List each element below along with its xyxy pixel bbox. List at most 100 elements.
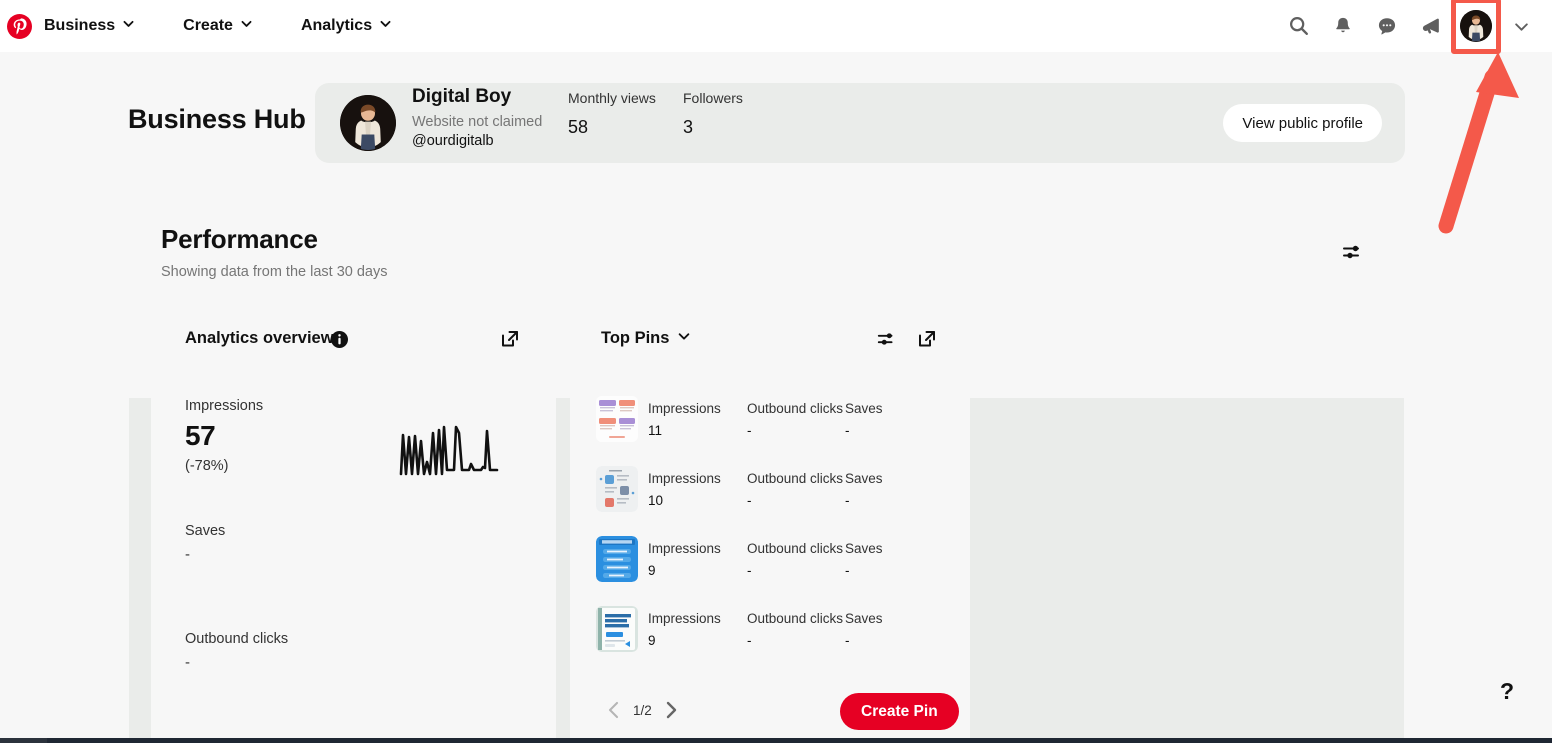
pin-saves-cell: Saves - (845, 471, 883, 508)
profile-website-status: Website not claimed (412, 114, 543, 130)
column-header-saves: Saves (845, 541, 883, 556)
column-header-saves: Saves (845, 401, 883, 416)
profile-handle: @ourdigitalb (412, 133, 494, 149)
pin-thumbnail-quadrant-infographic (596, 396, 638, 442)
nav-item-create[interactable]: Create (171, 6, 265, 46)
external-link-icon[interactable] (916, 328, 938, 350)
messages-icon[interactable] (1372, 11, 1402, 41)
stat-monthly-views: Monthly views 58 (568, 90, 656, 138)
chevron-left-icon[interactable] (604, 697, 624, 723)
stat-followers-value: 3 (683, 117, 694, 137)
chevron-down-icon (379, 17, 392, 35)
bell-icon[interactable] (1328, 11, 1358, 41)
profile-avatar[interactable] (340, 95, 396, 151)
pin-saves-value: - (845, 633, 850, 648)
megaphone-icon[interactable] (1416, 11, 1446, 41)
pin-thumbnail-diagram (596, 466, 638, 512)
column-header-outbound-clicks: Outbound clicks (747, 471, 844, 486)
avatar[interactable] (1451, 0, 1501, 54)
table-row[interactable]: Impressions 9 Outbound clicks - Saves - (596, 536, 956, 584)
column-header-impressions: Impressions (648, 401, 721, 416)
pin-outbound-clicks-cell: Outbound clicks - (747, 471, 843, 508)
nav-item-create-label: Create (183, 17, 233, 34)
metric-impressions-delta: (-78%) (185, 458, 229, 474)
create-pin-button[interactable]: Create Pin (840, 693, 959, 730)
metric-saves-value: - (185, 546, 190, 563)
nav-item-analytics-label: Analytics (300, 17, 373, 34)
metric-saves: Saves - (185, 523, 225, 563)
pin-saves-value: - (845, 563, 850, 578)
column-header-saves: Saves (845, 611, 883, 626)
table-row[interactable]: Impressions 10 Outbound clicks - Saves - (596, 466, 956, 514)
user-avatar-image (1460, 10, 1492, 42)
chevron-down-icon (122, 17, 135, 35)
pin-outbound-clicks-cell: Outbound clicks - (747, 541, 843, 578)
metric-impressions: Impressions 57 (-78%) (185, 398, 263, 474)
pin-outbound-clicks-value: - (747, 563, 752, 578)
stat-monthly-views-label: Monthly views (568, 90, 656, 106)
search-icon[interactable] (1284, 11, 1314, 41)
metric-outbound-clicks-value: - (185, 654, 190, 671)
metric-saves-label: Saves (185, 523, 226, 539)
sliders-icon[interactable] (1338, 237, 1368, 267)
pin-impressions-cell: Impressions 11 (648, 401, 721, 438)
panel-seam (129, 398, 151, 743)
chevron-down-icon[interactable] (1506, 11, 1536, 41)
top-pins-title[interactable]: Top Pins (601, 329, 691, 348)
pinterest-business-hub-page: Business Create Analytics Business Hub D… (0, 0, 1552, 743)
pin-impressions-cell: Impressions 10 (648, 471, 721, 508)
pin-impressions-cell: Impressions 9 (648, 541, 721, 578)
pin-outbound-clicks-cell: Outbound clicks - (747, 401, 843, 438)
top-pins-pagination: 1/2 (604, 697, 681, 723)
bottom-scrollbar-thumb[interactable] (0, 738, 47, 743)
stat-followers: Followers 3 (683, 90, 743, 138)
help-button[interactable]: ? (1492, 676, 1522, 706)
red-arrow-annotation (1438, 52, 1519, 234)
metric-outbound-clicks: Outbound clicks - (185, 631, 288, 671)
metric-impressions-label: Impressions (185, 398, 264, 414)
analytics-overview-title: Analytics overview (185, 329, 334, 347)
column-header-outbound-clicks: Outbound clicks (747, 611, 844, 626)
chevron-down-icon (677, 329, 691, 348)
nav-item-business[interactable]: Business (32, 6, 147, 46)
pin-impressions-value: 9 (648, 563, 656, 578)
profile-name: Digital Boy (412, 86, 512, 107)
stat-followers-label: Followers (683, 90, 743, 106)
performance-subtitle: Showing data from the last 30 days (161, 264, 388, 280)
sliders-icon[interactable] (876, 328, 898, 350)
table-row[interactable]: Impressions 9 Outbound clicks - Saves - (596, 606, 956, 654)
nav-item-business-label: Business (44, 17, 116, 34)
view-public-profile-button[interactable]: View public profile (1223, 104, 1382, 142)
table-row[interactable]: Impressions 11 Outbound clicks - Saves - (596, 396, 956, 444)
pin-impressions-value: 10 (648, 493, 664, 508)
pin-saves-cell: Saves - (845, 541, 883, 578)
column-header-impressions: Impressions (648, 471, 721, 486)
column-header-saves: Saves (845, 471, 883, 486)
pin-outbound-clicks-value: - (747, 493, 752, 508)
bottom-scrollbar[interactable] (0, 738, 1552, 743)
column-header-outbound-clicks: Outbound clicks (747, 401, 844, 416)
metric-outbound-clicks-label: Outbound clicks (185, 631, 289, 647)
pin-impressions-cell: Impressions 9 (648, 611, 721, 648)
chevron-right-icon[interactable] (661, 697, 681, 723)
chevron-down-icon (240, 17, 253, 35)
pin-outbound-clicks-cell: Outbound clicks - (747, 611, 843, 648)
pin-outbound-clicks-value: - (747, 423, 752, 438)
column-header-impressions: Impressions (648, 611, 721, 626)
pin-outbound-clicks-value: - (747, 633, 752, 648)
pagination-label: 1/2 (633, 702, 652, 718)
stat-monthly-views-value: 58 (568, 117, 589, 137)
pin-thumbnail-blue-list (596, 536, 638, 582)
loading-placeholder-panel (964, 398, 1404, 743)
nav-right-icons (1284, 0, 1552, 54)
top-pins-title-label: Top Pins (601, 329, 670, 347)
info-icon[interactable] (331, 331, 348, 348)
external-link-icon[interactable] (499, 328, 521, 350)
pin-impressions-value: 11 (648, 423, 663, 438)
pin-impressions-value: 9 (648, 633, 656, 648)
nav-item-analytics[interactable]: Analytics (289, 6, 404, 46)
pin-saves-cell: Saves - (845, 611, 883, 648)
top-navigation-bar: Business Create Analytics (0, 0, 1552, 54)
impressions-sparkline-chart (399, 425, 499, 476)
pinterest-logo-icon[interactable] (6, 13, 32, 39)
